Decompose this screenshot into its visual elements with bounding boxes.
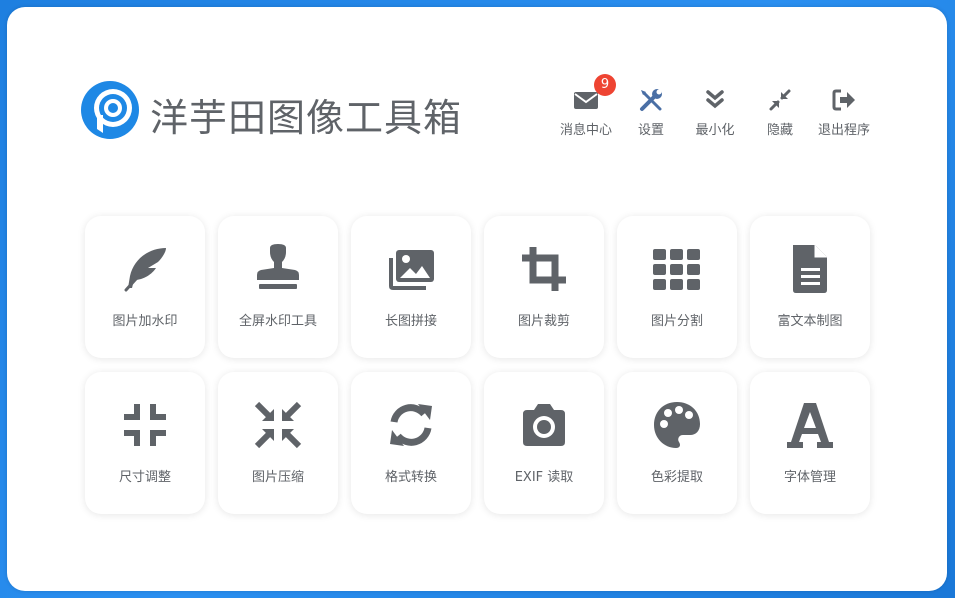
compress-arrows-icon: [769, 89, 791, 111]
compress-arrows-icon: [254, 401, 302, 449]
hide-button[interactable]: 隐藏: [745, 87, 815, 143]
tool-label: 图片加水印: [112, 314, 178, 329]
app-window: 洋芋田图像工具箱 9 消息中心 设置 最小化 隐藏 退出程序 图片加水印 全屏水…: [7, 7, 947, 591]
tool-label: 图片裁剪: [517, 314, 570, 329]
settings-label: 设置: [637, 123, 664, 138]
tools-icon: [640, 89, 662, 111]
minimize-button[interactable]: 最小化: [680, 87, 750, 143]
tool-label: 图片分割: [650, 314, 703, 329]
tool-card-crop[interactable]: 图片裁剪: [484, 216, 604, 358]
font-icon: [787, 403, 833, 448]
sync-icon: [390, 404, 432, 446]
tool-card-compress[interactable]: 图片压缩: [218, 372, 338, 514]
tool-label: 长图拼接: [384, 314, 437, 329]
exit-label: 退出程序: [817, 123, 870, 138]
tool-card-font-manager[interactable]: 字体管理: [750, 372, 870, 514]
tool-label: 全屏水印工具: [238, 314, 317, 329]
tool-card-split[interactable]: 图片分割: [617, 216, 737, 358]
tool-label: 格式转换: [384, 470, 437, 485]
compress-icon: [124, 404, 166, 446]
images-icon: [389, 250, 434, 290]
settings-button[interactable]: 设置: [616, 87, 686, 143]
tool-label: 字体管理: [783, 470, 836, 485]
message-center-button[interactable]: 9 消息中心: [551, 74, 621, 143]
palette-icon: [654, 402, 700, 448]
tool-label: 尺寸调整: [118, 470, 171, 485]
tool-label: EXIF 读取: [514, 470, 574, 485]
tool-card-resize[interactable]: 尺寸调整: [85, 372, 205, 514]
tool-card-color-extract[interactable]: 色彩提取: [617, 372, 737, 514]
minimize-label: 最小化: [695, 123, 735, 138]
header-actions: 9 消息中心 设置 最小化 隐藏 退出程序: [7, 74, 947, 147]
tool-card-long-image-stitch[interactable]: 长图拼接: [351, 216, 471, 358]
crop-icon: [522, 247, 566, 291]
tool-card-rich-text[interactable]: 富文本制图: [750, 216, 870, 358]
tool-card-exif[interactable]: EXIF 读取: [484, 372, 604, 514]
sign-out-icon: [832, 89, 855, 111]
message-center-label: 消息中心: [559, 123, 612, 138]
camera-icon: [523, 404, 565, 446]
feather-icon: [124, 248, 166, 292]
tool-card-watermark[interactable]: 图片加水印: [85, 216, 205, 358]
document-icon: [793, 245, 827, 293]
message-count-badge: 9: [594, 74, 616, 96]
exit-button[interactable]: 退出程序: [809, 87, 879, 143]
tool-card-fullscreen-watermark[interactable]: 全屏水印工具: [218, 216, 338, 358]
stamp-icon: [257, 244, 299, 289]
grid-icon: [653, 249, 700, 290]
tool-card-format-convert[interactable]: 格式转换: [351, 372, 471, 514]
tool-label: 色彩提取: [650, 470, 703, 485]
chevron-double-down-icon: [706, 90, 724, 109]
tool-label: 富文本制图: [777, 314, 843, 329]
hide-label: 隐藏: [766, 123, 793, 138]
tool-label: 图片压缩: [251, 470, 304, 485]
